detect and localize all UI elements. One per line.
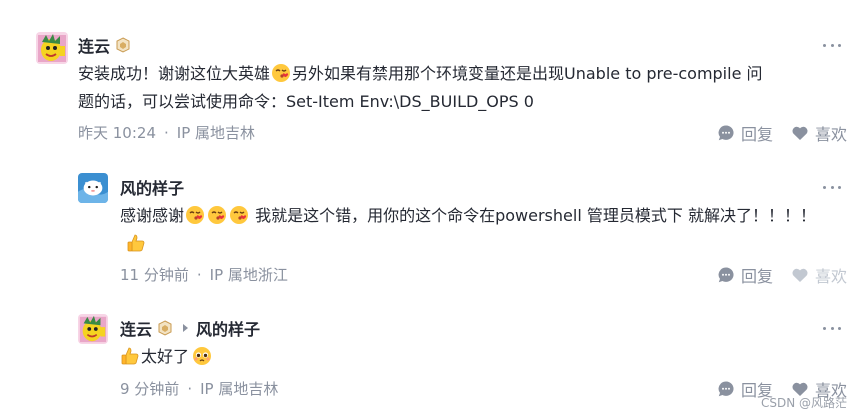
avatar-image xyxy=(78,173,108,203)
comment-text: 安装成功！谢谢这位大英雄 另外如果有禁用那个环境变量还是出现Unable to p… xyxy=(78,60,778,116)
like-label: 喜欢 xyxy=(814,267,847,286)
ip-location: IP 属地浙江 xyxy=(209,266,288,284)
watermark: CSDN @风路茫 xyxy=(760,396,847,410)
comment-text: 感谢感谢 我就是这个错，用你的这个命令在powershell 管理员模式下 就解… xyxy=(120,202,840,258)
author-name[interactable]: 连云 xyxy=(78,33,110,57)
comment-text: 太好了 xyxy=(120,343,820,371)
kissing-face-emoji xyxy=(185,205,205,225)
reply-label: 回复 xyxy=(740,125,773,144)
like-button[interactable]: 喜欢 xyxy=(791,121,847,145)
comment-text-part: 我就是这个错，用你的这个命令在powershell 管理员模式下 就解决了！！！… xyxy=(250,206,816,225)
reply-button[interactable]: 回复 xyxy=(717,121,773,145)
avatar-image xyxy=(36,32,68,64)
reply-label: 回复 xyxy=(740,267,773,286)
ip-location: IP 属地吉林 xyxy=(176,124,256,142)
avatar[interactable] xyxy=(78,314,108,344)
kissing-face-emoji xyxy=(207,205,227,225)
pleading-face-emoji xyxy=(192,346,212,366)
comment-text-part: 感谢感谢 xyxy=(120,206,185,225)
kissing-face-emoji xyxy=(229,205,249,225)
comment-time: 11 分钟前 xyxy=(120,266,189,284)
reply-button[interactable]: 回复 xyxy=(717,263,773,287)
more-dots-icon[interactable] xyxy=(823,325,841,331)
meta-separator: · xyxy=(164,123,169,142)
comment-actions: 回复 喜欢 xyxy=(717,121,847,145)
comment-time: 9 分钟前 xyxy=(120,380,180,398)
avatar[interactable] xyxy=(78,173,108,203)
level-badge-icon xyxy=(115,37,131,53)
thumbs-up-emoji xyxy=(126,233,146,253)
meta-separator: · xyxy=(187,379,193,398)
like-button[interactable]: 喜欢 xyxy=(791,263,847,287)
avatar-image xyxy=(78,314,108,344)
thumbs-up-emoji xyxy=(120,346,140,366)
more-dots-icon[interactable] xyxy=(823,42,841,48)
reply-arrow-icon xyxy=(183,324,189,332)
reply-to-name[interactable]: 风的样子 xyxy=(196,316,260,340)
level-badge-icon xyxy=(157,320,173,336)
comment-text-part: 安装成功！谢谢这位大英雄 xyxy=(78,64,271,83)
comment-meta: 11 分钟前 · IP 属地浙江 xyxy=(120,264,288,285)
author-name[interactable]: 风的样子 xyxy=(120,175,184,199)
more-dots-icon[interactable] xyxy=(823,184,841,190)
comment-text-part: 太好了 xyxy=(141,347,190,366)
meta-separator: · xyxy=(196,265,202,284)
comment-meta: 9 分钟前 · IP 属地吉林 xyxy=(120,378,278,399)
comment-actions: 回复 喜欢 xyxy=(717,263,847,287)
like-label: 喜欢 xyxy=(814,125,847,144)
comment-bubble-icon xyxy=(717,124,735,142)
comment-bubble-icon xyxy=(717,380,735,398)
heart-icon xyxy=(791,124,809,142)
comment-bubble-icon xyxy=(717,266,735,284)
author-name[interactable]: 连云 xyxy=(120,316,152,340)
ip-location: IP 属地吉林 xyxy=(200,380,279,398)
comment-time: 昨天 10:24 xyxy=(78,124,156,142)
heart-icon xyxy=(791,266,809,284)
comment-meta: 昨天 10:24 · IP 属地吉林 xyxy=(78,122,255,143)
avatar[interactable] xyxy=(36,32,68,64)
kissing-face-emoji xyxy=(271,63,291,83)
